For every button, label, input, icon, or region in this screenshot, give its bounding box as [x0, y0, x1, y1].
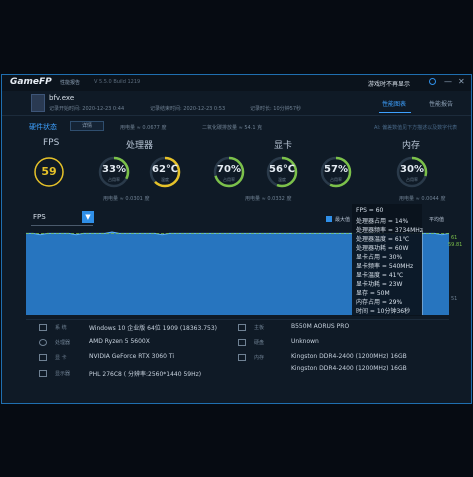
duration: 记录时长: 10分钟57秒	[250, 106, 301, 112]
fps-title: FPS	[43, 138, 60, 148]
gpu-icon	[39, 354, 47, 361]
mem-usage-value: 30%	[400, 164, 424, 175]
tooltip-line: 处理器温度 = 61℃	[356, 236, 410, 243]
legend-max-label: 最大值	[335, 217, 351, 223]
power-usage: 用电量 ≈ 0.0677 度	[120, 125, 167, 131]
version-label: V 5.5.0 Build 1219	[94, 79, 141, 85]
mem-power: 用电量 ≈ 0.0044 度	[399, 196, 446, 202]
memory-value-2: Kingston DDR4-2400 (1200MHz) 16GB	[291, 365, 407, 372]
chevron-down-icon[interactable]: ▼	[82, 211, 94, 223]
divider	[2, 115, 471, 116]
motherboard-value: B550M AORUS PRO	[291, 323, 350, 330]
legend-swatch	[326, 216, 332, 222]
disk-label: 硬盘	[254, 340, 265, 346]
y-label-bottom: 51	[451, 296, 458, 302]
gpu-temp-value: 56℃	[268, 164, 296, 175]
tab-performance-chart[interactable]: 性能图表	[382, 99, 406, 108]
cpu-title: 处理器	[126, 141, 154, 151]
tab-performance-report[interactable]: 性能报告	[60, 79, 80, 86]
close-button[interactable]: ✕	[458, 77, 465, 86]
cpu-temp-sub: 温度	[161, 177, 169, 182]
gpu-mem-value: 57%	[324, 164, 348, 175]
start-time: 记录开始时间: 2020-12-23 0:44	[49, 106, 125, 112]
tooltip-line: 显卡占用 = 30%	[356, 254, 403, 261]
settings-icon[interactable]	[429, 78, 436, 85]
fps-value: 59	[41, 165, 57, 178]
os-value: Windows 10 企业版 64位 1909 (18363.753)	[89, 325, 217, 332]
gpu-label: 显 卡	[55, 355, 67, 361]
hardware-status-label: 硬件状态	[29, 123, 57, 131]
chart-tooltip: FPS = 60 处理器占用 = 14% 处理器频率 = 3734MHz 处理器…	[352, 204, 423, 316]
gpu-value: NVIDIA GeForce RTX 3060 Ti	[89, 353, 174, 360]
motherboard-label: 主板	[254, 325, 265, 331]
mem-usage-sub: 占用率	[406, 177, 418, 182]
details-button-label: 详情	[81, 123, 92, 129]
monitor-label: 显示器	[55, 371, 71, 377]
tab-performance-report-2[interactable]: 性能报告	[429, 99, 453, 108]
tooltip-line: 处理器占用 = 14%	[356, 218, 409, 225]
hide-in-game-toggle[interactable]: 游戏时不再显示	[368, 79, 410, 88]
motherboard-icon	[238, 324, 246, 331]
active-tab-indicator	[379, 112, 411, 113]
gpu-temp-sub: 温度	[278, 177, 286, 182]
tooltip-line: 处理器频率 = 3734MHz	[356, 227, 423, 234]
y-label-avg: 59.81	[448, 242, 463, 248]
gamepp-window: GameFP 性能报告 V 5.5.0 Build 1219 游戏时不再显示 —…	[1, 74, 472, 404]
tooltip-line: FPS = 60	[356, 207, 384, 214]
cpu-temp-value: 62℃	[151, 164, 179, 175]
gpu-usage-sub: 占用率	[223, 177, 235, 182]
metric-select-value: FPS	[33, 213, 46, 221]
cpu-power: 用电量 ≈ 0.0301 度	[103, 196, 150, 202]
memory-label: 内存	[254, 355, 265, 361]
avg-label: 平均值	[429, 217, 445, 223]
gpu-power: 用电量 ≈ 0.0332 度	[245, 196, 292, 202]
end-time: 记录结束时间: 2020-12-23 0:53	[150, 106, 226, 112]
cpu-label: 处理器	[55, 340, 71, 346]
tooltip-line: 显卡功耗 = 23W	[356, 281, 403, 288]
os-label: 系 统	[55, 325, 67, 331]
gpu-usage-value: 70%	[217, 164, 241, 175]
disk-value: Unknown	[291, 338, 319, 345]
gpu-mem-sub: 占用率	[330, 177, 342, 182]
game-icon	[31, 94, 45, 112]
tooltip-line: 显存 = 50M	[356, 290, 390, 297]
exe-name: bfv.exe	[49, 94, 75, 102]
tooltip-line: 显卡频率 = 540MHz	[356, 263, 414, 270]
mem-title: 内存	[402, 141, 421, 151]
hint-text: AI: 偏差数值见下方描述以及数字代表	[374, 125, 458, 131]
details-button[interactable]: 详情	[70, 121, 104, 131]
cpu-usage-value: 33%	[102, 164, 126, 175]
gpu-title: 显卡	[274, 141, 293, 151]
memory-icon	[238, 354, 246, 361]
title-bar: GameFP 性能报告 V 5.5.0 Build 1219 游戏时不再显示 —…	[2, 75, 471, 91]
co2-emission: 二氧化碳排放量 ≈ 54.1 克	[202, 125, 263, 131]
cpu-usage-sub: 占用率	[108, 177, 120, 182]
memory-value-1: Kingston DDR4-2400 (1200MHz) 16GB	[291, 353, 407, 360]
cpu-value: AMD Ryzen 5 5600X	[89, 338, 150, 345]
divider-info	[26, 319, 449, 320]
tooltip-line: 内存占用 = 29%	[356, 299, 403, 306]
minimize-button[interactable]: —	[444, 77, 452, 86]
app-logo: GameFP	[10, 77, 52, 87]
y-label-top: 61	[451, 235, 458, 241]
monitor-value: PHL 276C8 ( 分辨率:2560*1440 59Hz)	[89, 371, 202, 378]
os-icon	[39, 324, 47, 331]
cpu-icon	[39, 339, 47, 346]
disk-icon	[238, 339, 246, 346]
tooltip-line: 处理器功耗 = 60W	[356, 245, 409, 252]
monitor-icon	[39, 370, 47, 377]
tooltip-line: 时间 = 10分钟36秒	[356, 308, 411, 315]
tooltip-line: 显卡温度 = 41℃	[356, 272, 404, 279]
